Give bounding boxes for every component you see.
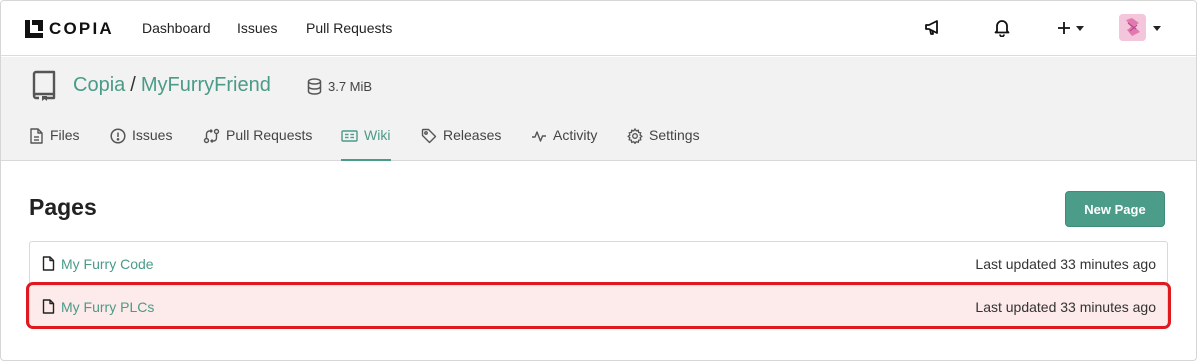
file-icon [42,256,55,271]
tag-icon [421,128,437,144]
repo-header: Copia / MyFurryFriend 3.7 MiB Files Issu… [1,57,1196,161]
file-icon [42,299,55,314]
tab-label: Pull Requests [226,127,313,143]
repo-icon [32,70,56,101]
chevron-down-icon[interactable] [1076,26,1084,31]
list-item[interactable]: My Furry PLCs Last updated 33 minutes ag… [30,285,1167,327]
new-page-button[interactable]: New Page [1065,191,1165,227]
repo-separator: / [130,74,136,96]
page-title: Pages [29,194,97,220]
repo-owner-link[interactable]: Copia [73,74,125,96]
nav-issues[interactable]: Issues [237,20,277,36]
tab-releases[interactable]: Releases [421,127,501,161]
tab-activity[interactable]: Activity [531,127,597,161]
tab-label: Files [50,127,80,143]
nav-dashboard[interactable]: Dashboard [142,20,211,36]
avatar[interactable] [1119,14,1146,41]
alert-circle-icon [110,128,126,144]
list-item[interactable]: My Furry Code Last updated 33 minutes ag… [30,242,1167,285]
top-nav: COPIA Dashboard Issues Pull Requests [1,1,1196,56]
app-window: COPIA Dashboard Issues Pull Requests Cop… [0,0,1197,361]
repo-title: Copia / MyFurryFriend [73,74,271,97]
book-icon [341,130,358,142]
copia-logo-icon [25,20,43,38]
last-updated-label: Last updated 33 minutes ago [975,298,1156,315]
last-updated-label: Last updated 33 minutes ago [975,255,1156,272]
tab-pull-requests[interactable]: Pull Requests [203,127,312,161]
repo-size: 3.7 MiB [307,78,372,95]
pull-request-icon [203,128,220,144]
tab-label: Releases [443,127,502,143]
wiki-page-list: My Furry Code Last updated 33 minutes ag… [29,241,1168,327]
gear-icon [627,128,643,144]
tab-label: Activity [553,127,598,143]
database-icon [307,78,322,95]
repo-size-label: 3.7 MiB [328,79,373,94]
pulse-icon [532,131,546,142]
plus-icon[interactable] [1056,20,1072,36]
wiki-page-link[interactable]: My Furry PLCs [61,299,154,315]
tab-files[interactable]: Files [29,127,80,161]
file-icon [30,128,43,144]
tab-label: Issues [132,127,173,143]
brand-logo[interactable]: COPIA [25,19,114,39]
tab-label: Wiki [364,127,391,143]
tab-issues[interactable]: Issues [110,127,172,161]
nav-pull-requests[interactable]: Pull Requests [306,20,392,36]
chevron-down-icon[interactable] [1153,26,1161,31]
megaphone-icon[interactable] [923,17,943,37]
bell-icon[interactable] [992,17,1012,37]
tab-label: Settings [649,127,700,143]
brand-name: COPIA [49,19,114,38]
tab-wiki[interactable]: Wiki [341,127,392,161]
repo-name-link[interactable]: MyFurryFriend [141,74,271,96]
wiki-page-link[interactable]: My Furry Code [61,256,154,272]
tab-settings[interactable]: Settings [627,127,700,161]
